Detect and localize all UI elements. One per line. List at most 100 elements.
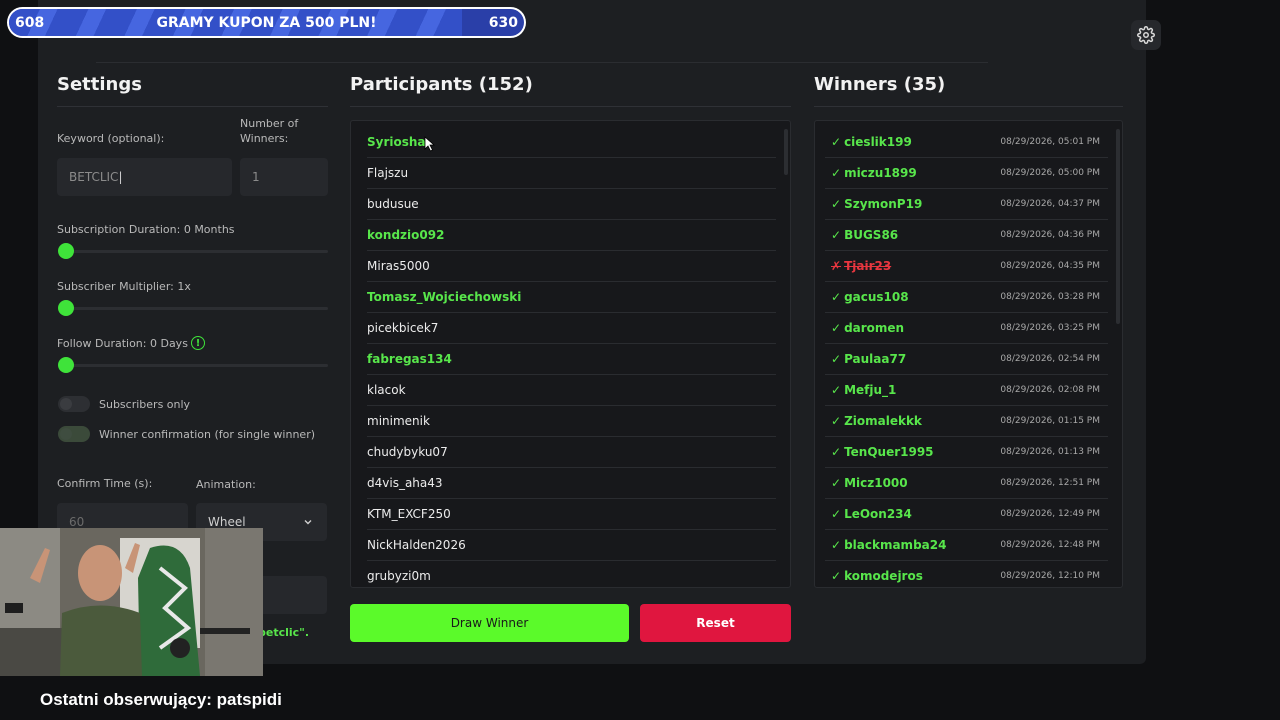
toggle-knob [60, 428, 72, 440]
participant-row[interactable]: NickHalden2026 [367, 530, 776, 561]
winner-row[interactable]: ✓ Ziomalekkk 08/29/2026, 01:15 PM [825, 406, 1108, 437]
winners-title: Winners (35) [814, 74, 946, 95]
winner-name: komodejros [844, 569, 923, 583]
participant-row[interactable]: Miras5000 [367, 251, 776, 282]
winner-timestamp: 08/29/2026, 04:37 PM [1000, 199, 1100, 209]
winner-row[interactable]: ✓ komodejros 08/29/2026, 12:10 PM [825, 561, 1108, 587]
participant-row[interactable]: picekbicek7 [367, 313, 776, 344]
check-mark-icon: ✓ [831, 383, 842, 397]
participant-row[interactable]: minimenik [367, 406, 776, 437]
winner-row[interactable]: ✓ daromen 08/29/2026, 03:25 PM [825, 313, 1108, 344]
reset-button[interactable]: Reset [640, 604, 791, 642]
winner-entry: ✓ daromen [831, 321, 904, 335]
participant-name: d4vis_aha43 [367, 476, 443, 490]
participant-row[interactable]: Tomasz_Wojciechowski [367, 282, 776, 313]
winner-entry: ✗ Tjair23 [831, 259, 891, 273]
participant-row[interactable]: budusue [367, 189, 776, 220]
winner-row[interactable]: ✓ TenQuer1995 08/29/2026, 01:13 PM [825, 437, 1108, 468]
winners-scrollbar[interactable] [1116, 129, 1120, 324]
participants-list[interactable]: Syriosha Flajszu budusue kondzio092 Miras500… [350, 120, 791, 588]
winner-entry: ✓ cieslik199 [831, 135, 912, 149]
participant-row[interactable]: grubyzi0m [367, 561, 776, 587]
winners-count-input[interactable]: 1 [240, 158, 328, 196]
winner-row[interactable]: ✓ cieslik199 08/29/2026, 05:01 PM [825, 127, 1108, 158]
follow-duration-slider[interactable] [62, 364, 328, 367]
participant-name: picekbicek7 [367, 321, 439, 335]
participant-row[interactable]: KTM_EXCF250 [367, 499, 776, 530]
winner-row[interactable]: ✓ Micz1000 08/29/2026, 12:51 PM [825, 468, 1108, 499]
check-mark-icon: ✓ [831, 135, 842, 149]
winner-row[interactable]: ✗ Tjair23 08/29/2026, 04:35 PM [825, 251, 1108, 282]
winner-name: Paulaa77 [844, 352, 907, 366]
progress-banner-track: 608 GRAMY KUPON ZA 500 PLN! 630 [9, 9, 524, 36]
participant-row[interactable]: chudybyku07 [367, 437, 776, 468]
participants-scrollbar[interactable] [784, 129, 788, 175]
subscription-duration-knob[interactable] [58, 243, 74, 259]
participant-name: NickHalden2026 [367, 538, 466, 552]
progress-banner: 608 GRAMY KUPON ZA 500 PLN! 630 [7, 7, 526, 38]
participant-row[interactable]: fabregas134 [367, 344, 776, 375]
participant-row[interactable]: Flajszu [367, 158, 776, 189]
check-mark-icon: ✓ [831, 197, 842, 211]
check-mark-icon: ✓ [831, 538, 842, 552]
winner-entry: ✓ BUGS86 [831, 228, 898, 242]
winners-count-value: 1 [252, 170, 260, 184]
settings-gear-button[interactable] [1131, 20, 1161, 50]
winner-name: miczu1899 [844, 166, 917, 180]
winner-timestamp: 08/29/2026, 12:51 PM [1000, 478, 1100, 488]
winner-confirmation-toggle[interactable] [58, 426, 90, 442]
cross-mark-icon: ✗ [831, 259, 842, 273]
winner-entry: ✓ Paulaa77 [831, 352, 906, 366]
keyword-hint-text: betclic". [258, 626, 310, 639]
winner-name: Ziomalekkk [844, 414, 922, 428]
check-mark-icon: ✓ [831, 569, 842, 583]
webcam-image [0, 528, 263, 676]
winners-list[interactable]: ✓ cieslik199 08/29/2026, 05:01 PM ✓ miczu189… [814, 120, 1123, 588]
winner-row[interactable]: ✓ Paulaa77 08/29/2026, 02:54 PM [825, 344, 1108, 375]
winner-timestamp: 08/29/2026, 12:10 PM [1000, 571, 1100, 581]
participant-row[interactable]: kondzio092 [367, 220, 776, 251]
settings-divider [57, 106, 328, 107]
confirm-time-label: Confirm Time (s): [57, 477, 153, 490]
winner-timestamp: 08/29/2026, 12:49 PM [1000, 509, 1100, 519]
participant-row[interactable]: d4vis_aha43 [367, 468, 776, 499]
keyword-input[interactable]: BETCLIC | [57, 158, 232, 196]
winner-timestamp: 08/29/2026, 01:13 PM [1000, 447, 1100, 457]
winner-row[interactable]: ✓ blackmamba24 08/29/2026, 12:48 PM [825, 530, 1108, 561]
subscribers-only-toggle[interactable] [58, 396, 90, 412]
winner-timestamp: 08/29/2026, 02:08 PM [1000, 385, 1100, 395]
settings-title: Settings [57, 74, 142, 95]
winner-row[interactable]: ✓ SzymonP19 08/29/2026, 04:37 PM [825, 189, 1108, 220]
keyword-input-value: BETCLIC [69, 170, 119, 184]
follow-duration-knob[interactable] [58, 357, 74, 373]
mouse-cursor-icon [424, 136, 436, 152]
winner-row[interactable]: ✓ gacus108 08/29/2026, 03:28 PM [825, 282, 1108, 313]
subscriber-multiplier-knob[interactable] [58, 300, 74, 316]
winner-row[interactable]: ✓ Mefju_1 08/29/2026, 02:08 PM [825, 375, 1108, 406]
winner-row[interactable]: ✓ miczu1899 08/29/2026, 05:00 PM [825, 158, 1108, 189]
participant-name: grubyzi0m [367, 569, 431, 583]
winner-timestamp: 08/29/2026, 01:15 PM [1000, 416, 1100, 426]
winner-name: LeOon234 [844, 507, 912, 521]
check-mark-icon: ✓ [831, 352, 842, 366]
winner-entry: ✓ LeOon234 [831, 507, 912, 521]
winner-entry: ✓ Ziomalekkk [831, 414, 922, 428]
winner-row[interactable]: ✓ LeOon234 08/29/2026, 12:49 PM [825, 499, 1108, 530]
subscription-duration-slider[interactable] [62, 250, 328, 253]
winner-entry: ✓ Micz1000 [831, 476, 908, 490]
check-mark-icon: ✓ [831, 290, 842, 304]
winner-name: SzymonP19 [844, 197, 923, 211]
participant-name: budusue [367, 197, 419, 211]
follow-duration-label: Follow Duration: 0 Days [57, 337, 188, 350]
winner-name: blackmamba24 [844, 538, 947, 552]
info-icon[interactable]: ! [191, 336, 205, 350]
winner-name: TenQuer1995 [844, 445, 934, 459]
winner-timestamp: 08/29/2026, 04:35 PM [1000, 261, 1100, 271]
draw-winner-button[interactable]: Draw Winner [350, 604, 629, 642]
animation-label: Animation: [196, 478, 256, 491]
participant-name: Flajszu [367, 166, 409, 180]
subscriber-multiplier-slider[interactable] [62, 307, 328, 310]
winner-row[interactable]: ✓ BUGS86 08/29/2026, 04:36 PM [825, 220, 1108, 251]
check-mark-icon: ✓ [831, 507, 842, 521]
participant-row[interactable]: klacok [367, 375, 776, 406]
